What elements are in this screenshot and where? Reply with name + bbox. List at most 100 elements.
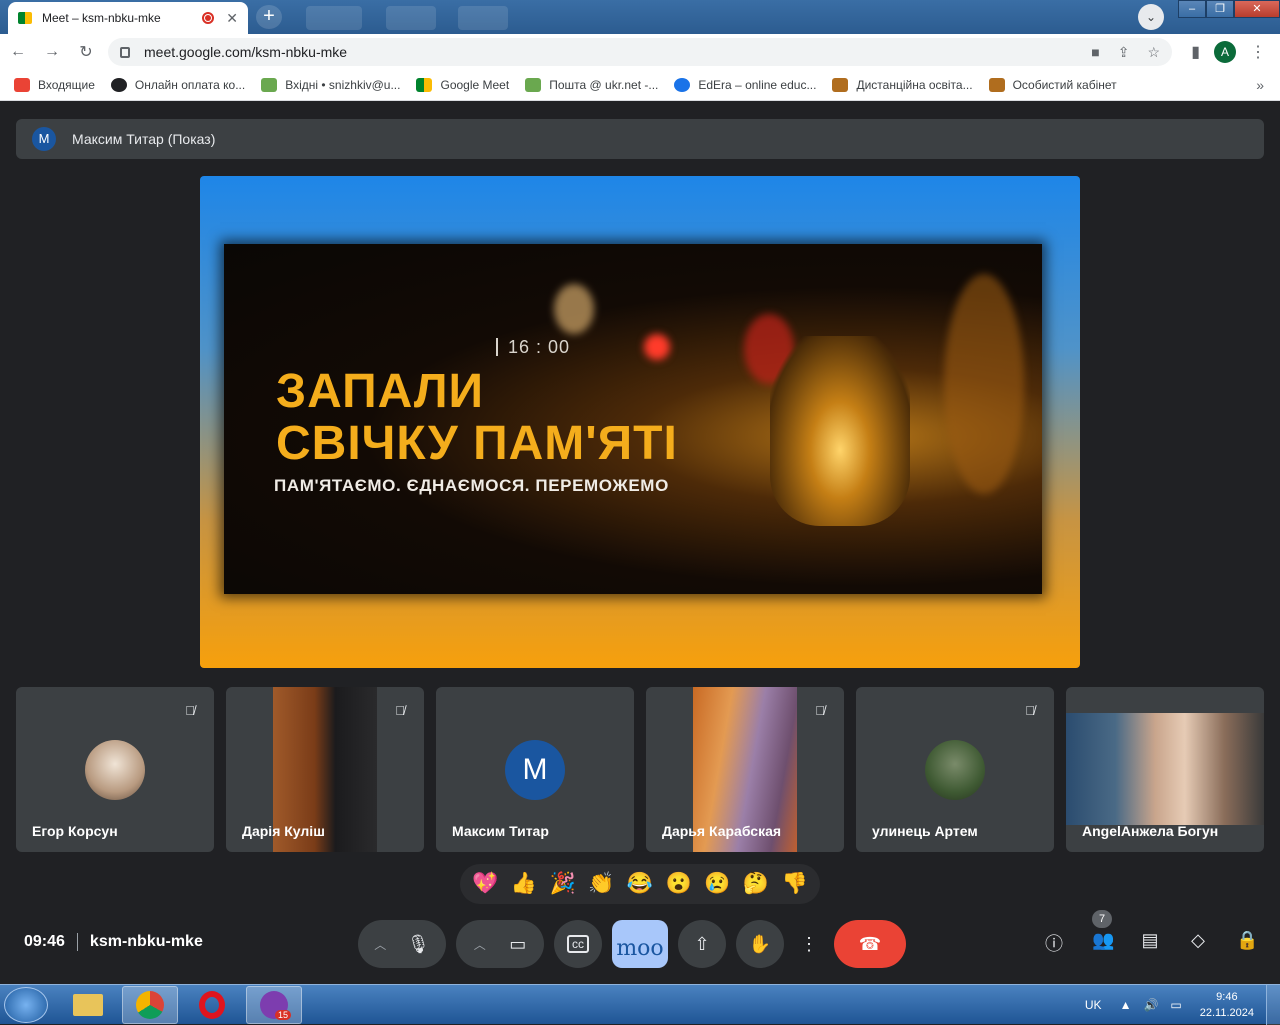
reaction-crying[interactable]: 😢 (700, 872, 734, 896)
side-controls: ⓘ 7 👥 ▤ ◇ 🔒 (1044, 910, 1258, 956)
participant-tile[interactable]: AngelАнжела Богун (1066, 687, 1264, 852)
tab-meet[interactable]: Meet – ksm-nbku-mke ✕ (8, 2, 248, 34)
presenter-label: Максим Титар (Показ) (72, 131, 216, 147)
reaction-thumbs-down[interactable]: 👎 (778, 872, 812, 896)
gmail-icon (14, 78, 30, 92)
more-options-button[interactable]: ⋮ (794, 920, 824, 968)
raise-hand-button[interactable]: ✋ (736, 920, 784, 968)
language-indicator[interactable]: UK (1085, 998, 1102, 1012)
captions-button[interactable]: cc (554, 920, 602, 968)
camera-control[interactable]: ︿ ▭ (456, 920, 544, 968)
participant-name: AngelАнжела Богун (1082, 823, 1219, 839)
bookmark-item[interactable]: Дистанційна освіта... (832, 78, 973, 92)
camera-icon[interactable]: ▭ (509, 934, 526, 955)
participant-name: Егор Корсун (32, 823, 118, 839)
folder-icon (73, 994, 103, 1016)
presenter-bar: M Максим Титар (Показ) (16, 119, 1264, 159)
browser-toolbar: ← → ↻ meet.google.com/ksm-nbku-mke ■ ⇪ ☆… (0, 34, 1280, 70)
share-icon[interactable]: ⇪ (1118, 44, 1130, 61)
show-desktop-button[interactable] (1266, 985, 1280, 1025)
chrome-icon (136, 991, 164, 1019)
reaction-clapping[interactable]: 👏 (584, 872, 618, 896)
chat-icon[interactable]: ▤ (1140, 930, 1160, 956)
windows-taskbar: 15 UK ▲ 🔊 ▭ 9:46 22.11.2024 (0, 984, 1280, 1025)
clock[interactable]: 9:46 22.11.2024 (1200, 989, 1254, 1021)
bookmark-item[interactable]: Вхідні • snizhkiv@u... (261, 78, 400, 92)
mood-button[interactable]: moo (612, 920, 668, 968)
restore-icon[interactable]: ❐ (1206, 0, 1234, 18)
call-controls: ︿ 🎙 ︿ ▭ cc moo ⇧ ✋ ⋮ ☎ (358, 919, 906, 969)
candle-jar-image (770, 336, 910, 526)
close-window-icon[interactable]: ✕ (1234, 0, 1280, 18)
more-bookmarks-icon[interactable]: » (1256, 77, 1264, 93)
meeting-details-icon[interactable]: ⓘ (1044, 930, 1064, 956)
mic-icon[interactable]: 🎙 (407, 934, 430, 955)
menu-icon[interactable]: ⋮ (1250, 42, 1266, 62)
reaction-party-popper[interactable]: 🎉 (546, 872, 580, 896)
bookmark-item[interactable]: EdEra – online educ... (674, 78, 816, 92)
presenter-avatar: M (32, 127, 56, 151)
camera-blocked-icon[interactable]: ■ (1091, 44, 1099, 60)
audio-options-chevron-icon[interactable]: ︿ (374, 936, 386, 953)
side-panel-icon[interactable]: ▮ (1191, 42, 1200, 62)
back-icon[interactable]: ← (2, 36, 34, 68)
network-icon[interactable]: ▭ (1170, 998, 1181, 1012)
profile-avatar[interactable]: A (1214, 41, 1236, 63)
reaction-surprised[interactable]: 😮 (662, 872, 696, 896)
poster-subtitle: ПАМ'ЯТАЄМО. ЄДНАЄМОСЯ. ПЕРЕМОЖЕМО (274, 476, 669, 495)
bookmarks-bar: Входящие Онлайн оплата ко... Вхідні • sn… (0, 70, 1280, 101)
close-tab-icon[interactable]: ✕ (226, 10, 238, 27)
bookmark-star-icon[interactable]: ☆ (1147, 44, 1160, 61)
reaction-thinking[interactable]: 🤔 (739, 872, 773, 896)
bookmark-item[interactable]: Google Meet (416, 78, 509, 92)
site-icon (110, 78, 127, 92)
host-controls-icon[interactable]: 🔒 (1236, 930, 1258, 956)
show-hidden-icons-icon[interactable]: ▲ (1120, 998, 1132, 1012)
participant-photo (925, 740, 985, 800)
participant-photo (85, 740, 145, 800)
reactions-bar: 💖 👍 🎉 👏 😂 😮 😢 🤔 👎 (460, 864, 820, 904)
explorer-button[interactable] (60, 986, 116, 1024)
participant-strip: 🎙̸ Егор Корсун 🎙̸ Дарія Куліш M Максим Т… (16, 687, 1264, 852)
leave-call-button[interactable]: ☎ (834, 920, 906, 968)
activities-icon[interactable]: ◇ (1188, 930, 1208, 956)
viber-button[interactable]: 15 (246, 986, 302, 1024)
minimize-icon[interactable]: – (1178, 0, 1206, 18)
reload-icon[interactable]: ↻ (70, 36, 102, 68)
volume-icon[interactable]: 🔊 (1143, 998, 1158, 1012)
opera-button[interactable] (184, 986, 240, 1024)
new-tab-button[interactable]: + (256, 5, 282, 29)
start-button[interactable] (4, 987, 48, 1023)
background-thumbnail (458, 6, 508, 30)
poster-title: ЗАПАЛИ СВІЧКУ ПАМ'ЯТІ (276, 365, 678, 470)
bookmark-item[interactable]: Входящие (14, 78, 95, 92)
participant-tile[interactable]: 🎙̸ Егор Корсун (16, 687, 214, 852)
present-button[interactable]: ⇧ (678, 920, 726, 968)
reaction-thumbs-up[interactable]: 👍 (507, 872, 541, 896)
participant-tile[interactable]: 🎙̸ Дарія Куліш (226, 687, 424, 852)
participant-tile[interactable]: M Максим Титар (436, 687, 634, 852)
background-thumbnail (306, 6, 362, 30)
divider (76, 933, 78, 951)
participant-tile[interactable]: 🎙̸ Дарья Карабская (646, 687, 844, 852)
reaction-sparkling-heart[interactable]: 💖 (468, 872, 502, 896)
bookmark-item[interactable]: Особистий кабінет (988, 78, 1117, 92)
mail-icon (525, 78, 542, 92)
participant-tile[interactable]: 🎙̸ улинець Артем (856, 687, 1054, 852)
forward-icon[interactable]: → (36, 36, 68, 68)
bookmark-item[interactable]: Онлайн оплата ко... (110, 78, 245, 92)
address-bar[interactable]: meet.google.com/ksm-nbku-mke ■ ⇪ ☆ (108, 38, 1172, 66)
mic-control[interactable]: ︿ 🎙 (358, 920, 446, 968)
participant-name: Максим Титар (452, 823, 549, 839)
reaction-laughing[interactable]: 😂 (623, 872, 657, 896)
mic-off-icon: 🎙̸ (815, 703, 825, 718)
bookmark-item[interactable]: Пошта @ ukr.net -... (525, 78, 658, 92)
lock-icon (120, 46, 130, 58)
people-icon[interactable]: 7 👥 (1092, 910, 1114, 956)
url-text: meet.google.com/ksm-nbku-mke (144, 44, 348, 60)
video-options-chevron-icon[interactable]: ︿ (474, 936, 486, 953)
background-thumbnail (386, 6, 436, 30)
chrome-button[interactable] (122, 986, 178, 1024)
participant-name: Дарія Куліш (242, 823, 325, 839)
tab-search-icon[interactable]: ⌄ (1138, 4, 1164, 30)
